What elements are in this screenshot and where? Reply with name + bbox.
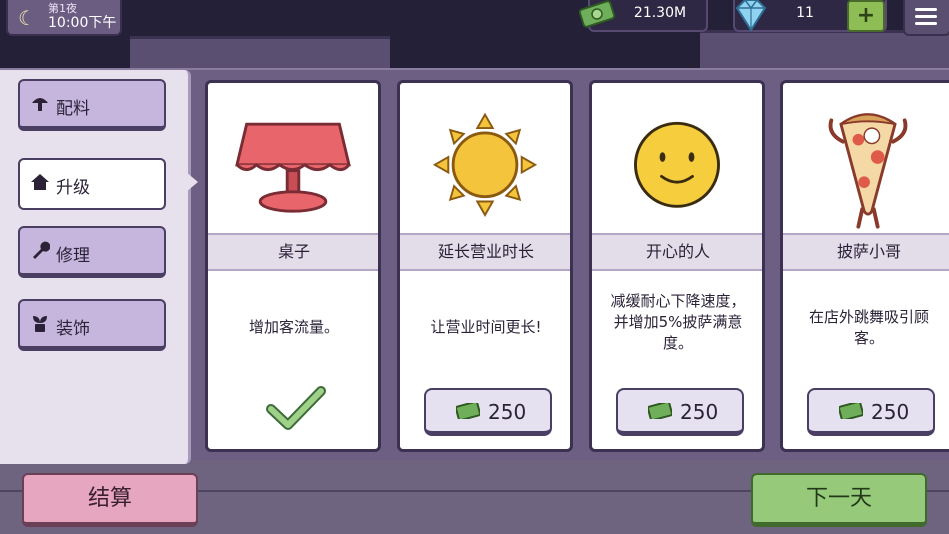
checkmark-icon: [266, 386, 326, 430]
moon-icon: ☾: [18, 6, 36, 30]
active-tab-pointer: [186, 172, 198, 192]
card-title: 披萨小哥: [783, 233, 949, 271]
sidebar-item-toppings[interactable]: 配料: [18, 79, 166, 131]
wrench-icon: [33, 241, 50, 259]
table-icon: [235, 122, 351, 213]
checkout-button[interactable]: 结算: [22, 473, 198, 527]
home-icon: [31, 174, 49, 190]
money-amount: 21.30M: [633, 5, 687, 21]
price-label: 250: [871, 400, 910, 424]
smiley-icon: [634, 121, 720, 208]
sidebar-item-decor[interactable]: 装饰: [18, 299, 166, 351]
card-title: 桌子: [208, 233, 378, 271]
time-display: ☾ 第1夜 10:00下午: [6, 0, 122, 36]
cash-icon: [648, 403, 672, 419]
sun-icon: [432, 112, 538, 217]
sidebar-item-repair[interactable]: 修理: [18, 226, 166, 278]
money-counter: 21.30M: [578, 0, 708, 32]
clock-label: 10:00下午: [48, 15, 117, 31]
gem-amount: 11: [796, 5, 814, 21]
card-title: 延长营业时长: [400, 233, 570, 271]
menu-button[interactable]: [903, 0, 949, 36]
sidebar-item-label: 装饰: [56, 319, 90, 339]
gem-counter: 11 +: [733, 0, 887, 32]
buy-button[interactable]: 250: [424, 388, 552, 436]
upgrade-card-happy-people[interactable]: 开心的人 减缓耐心下降速度，并增加5%披萨满意度。 250: [589, 80, 765, 452]
category-sidebar: 配料 升级 修理 装饰: [0, 70, 191, 464]
hamburger-icon: [915, 15, 937, 18]
upgrade-card-pizza-guy[interactable]: 披萨小哥 在店外跳舞吸引顾客。 250: [780, 80, 949, 452]
plant-icon: [33, 316, 47, 332]
card-description: 减缓耐心下降速度，并增加5%披萨满意度。: [610, 292, 746, 352]
sidebar-item-label: 升级: [56, 178, 90, 198]
hamburger-icon: [915, 22, 937, 25]
next-day-button[interactable]: 下一天: [751, 473, 927, 527]
cash-icon: [456, 403, 480, 419]
pizza-mascot-icon: [828, 113, 908, 229]
upgrade-card-table[interactable]: 桌子 增加客流量。: [205, 80, 381, 452]
card-description: 让营业时间更长!: [430, 318, 542, 336]
sidebar-item-upgrades[interactable]: 升级: [18, 158, 166, 210]
hamburger-icon: [915, 8, 937, 11]
card-title: 开心的人: [592, 233, 762, 271]
buy-gems-button[interactable]: +: [847, 0, 885, 32]
price-label: 250: [680, 400, 719, 424]
buy-button[interactable]: 250: [807, 388, 935, 436]
price-label: 250: [488, 400, 527, 424]
sidebar-item-label: 修理: [56, 246, 90, 266]
buy-button[interactable]: 250: [616, 388, 744, 436]
card-description: 增加客流量。: [248, 318, 339, 336]
mushroom-icon: [32, 98, 48, 111]
cash-icon: [839, 403, 863, 419]
diamond-icon: [735, 0, 767, 32]
card-description: 在店外跳舞吸引顾客。: [808, 308, 929, 347]
sidebar-item-label: 配料: [56, 99, 90, 119]
upgrade-panel: 配料 升级 修理 装饰 桌子 增加客流量。 延长营业时长 让营业时间更长! 25…: [0, 68, 949, 464]
upgrade-card-extend-hours[interactable]: 延长营业时长 让营业时间更长! 250: [397, 80, 573, 452]
